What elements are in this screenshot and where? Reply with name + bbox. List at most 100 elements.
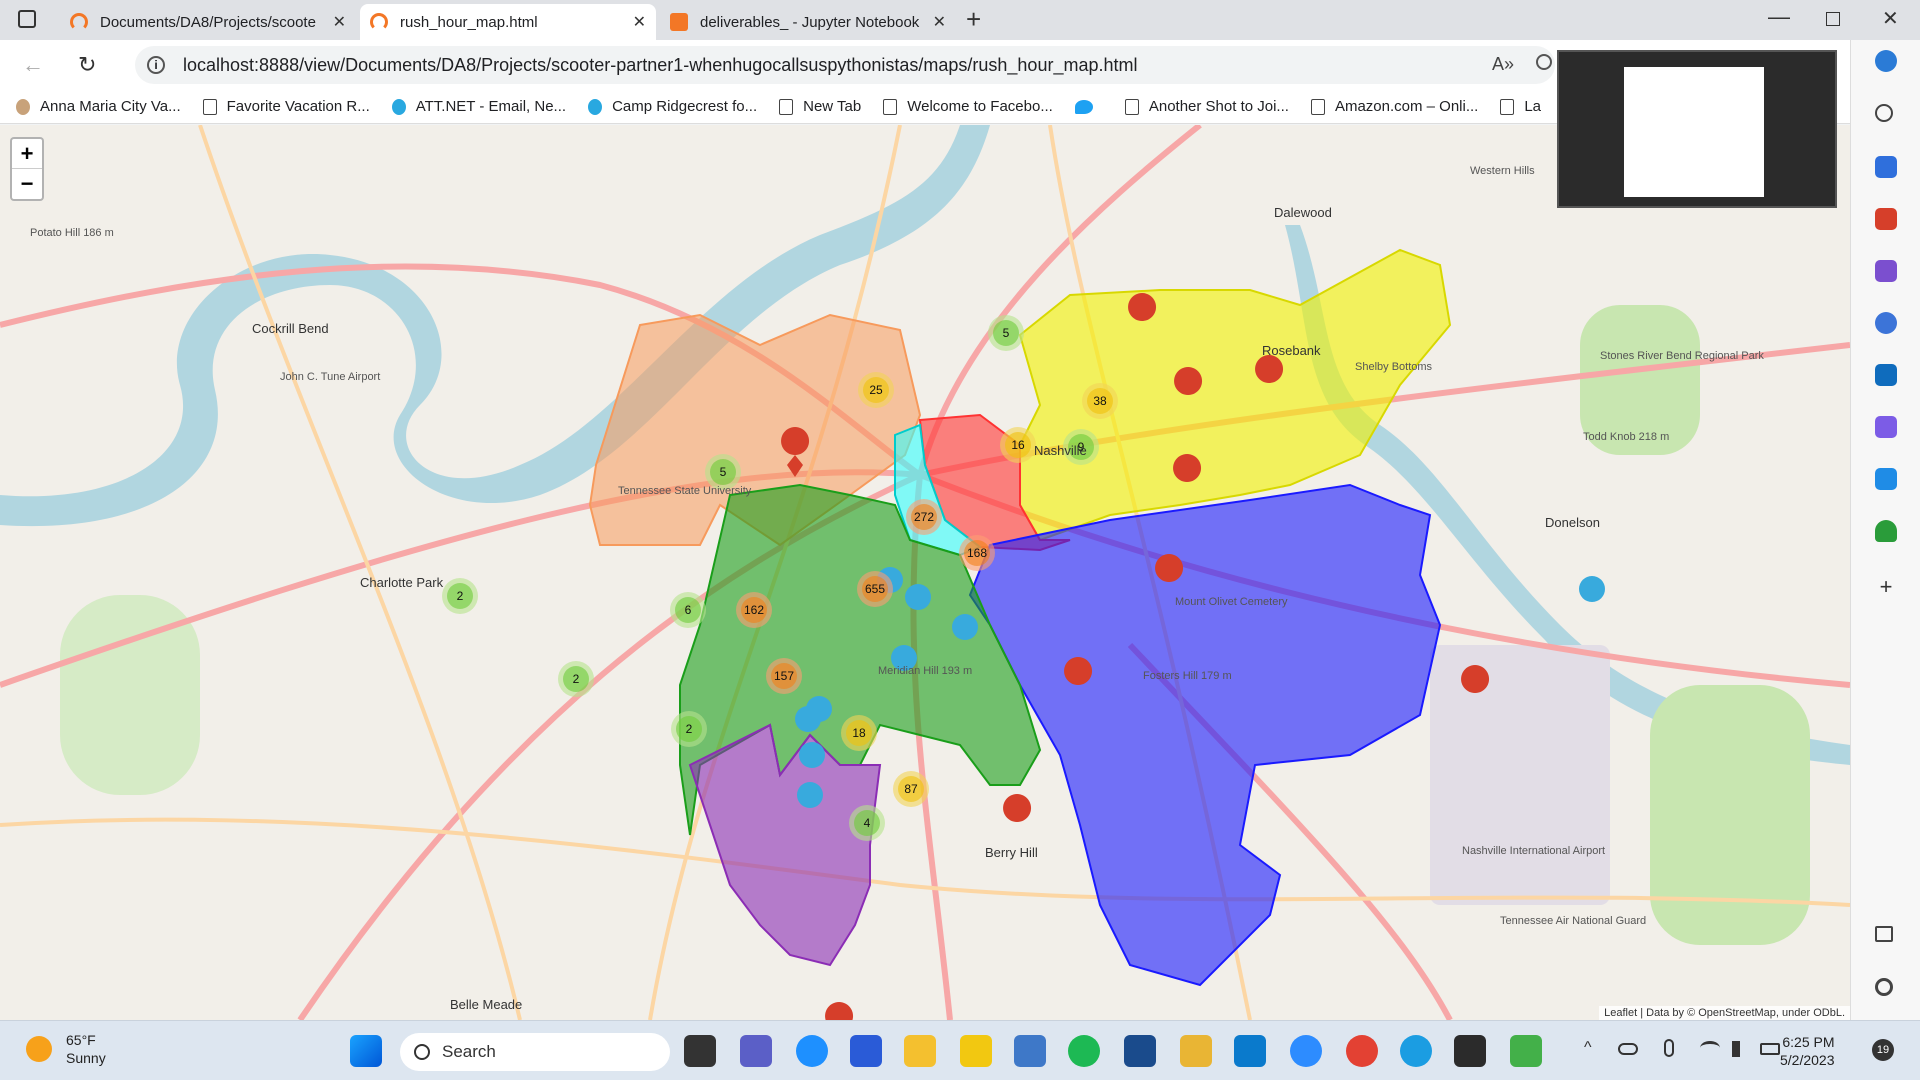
anaconda-icon[interactable]	[1510, 1035, 1542, 1067]
read-aloud-icon[interactable]: A»	[1492, 54, 1514, 75]
bookmark-item[interactable]	[1074, 99, 1103, 114]
send-icon[interactable]	[1875, 468, 1897, 490]
vscode-icon[interactable]	[1234, 1035, 1266, 1067]
marker-cluster[interactable]: 38	[1082, 383, 1118, 419]
jupyter-app-icon[interactable]	[1124, 1035, 1156, 1067]
zoom-in-button[interactable]: +	[12, 139, 42, 169]
map-attribution: Leaflet | Data by © OpenStreetMap, under…	[1599, 1006, 1850, 1020]
cluster-count: 2	[676, 716, 702, 742]
volume-icon[interactable]	[1732, 1041, 1748, 1057]
place-label: Shelby Bottoms	[1355, 361, 1433, 373]
powerbi-icon[interactable]	[960, 1035, 992, 1067]
marker-cluster[interactable]: 2	[442, 578, 478, 614]
marker-cluster[interactable]: 162	[736, 592, 772, 628]
info-icon[interactable]: i	[147, 56, 165, 74]
place-label: Western Hills	[1470, 165, 1535, 177]
close-window-button[interactable]: ✕	[1882, 6, 1899, 31]
bookmark-item[interactable]: Anna Maria City Va...	[16, 98, 181, 115]
bookmark-item[interactable]: La	[1500, 98, 1541, 115]
cluster-count: 87	[898, 776, 924, 802]
spotify-icon[interactable]	[1068, 1035, 1100, 1067]
zoom-icon[interactable]	[1290, 1035, 1322, 1067]
marker-cluster[interactable]: 87	[893, 771, 929, 807]
back-icon[interactable]: ←	[22, 52, 44, 78]
bookmark-item[interactable]: Camp Ridgecrest fo...	[588, 98, 757, 115]
maximize-button[interactable]	[1826, 12, 1840, 26]
notification-badge[interactable]: 19	[1872, 1039, 1894, 1061]
marker-cluster[interactable]: 157	[766, 658, 802, 694]
bookmark-item[interactable]: Another Shot to Joi...	[1124, 98, 1289, 115]
leaflet-map[interactable]: 5 25 38 16 9 5 272 168 655 162 6 2 2 157…	[0, 125, 1850, 1020]
weather-widget[interactable]: 65°F Sunny	[26, 1031, 106, 1067]
bookmark-item[interactable]: ATT.NET - Email, Ne...	[391, 98, 566, 115]
close-icon[interactable]: ✕	[633, 12, 646, 32]
taskbar-search[interactable]: Search	[400, 1033, 670, 1071]
marker-cluster[interactable]: 5	[988, 315, 1024, 351]
url-field[interactable]: i localhost:8888/view/Documents/DA8/Proj…	[135, 46, 1555, 84]
m365-icon[interactable]	[1875, 312, 1897, 334]
tab-actions-icon[interactable]	[18, 10, 36, 28]
gear-icon[interactable]	[1875, 978, 1893, 996]
task-view-icon[interactable]	[684, 1035, 716, 1067]
bookmark-label: Another Shot to Joi...	[1148, 98, 1289, 115]
bookmark-item[interactable]: Amazon.com – Onli...	[1310, 98, 1478, 115]
zoom-icon[interactable]	[1536, 54, 1552, 70]
outlook-icon[interactable]	[1875, 364, 1897, 386]
thumbnail-page	[1624, 67, 1764, 197]
marker-cluster[interactable]: 2	[671, 711, 707, 747]
briefcase-icon[interactable]	[1875, 208, 1897, 230]
windows-start-icon[interactable]	[350, 1035, 382, 1067]
close-icon[interactable]: ✕	[933, 12, 946, 32]
marker-cluster[interactable]: 655	[857, 571, 893, 607]
tab-rush-hour-map[interactable]: rush_hour_map.html ✕	[360, 4, 656, 40]
tag-icon[interactable]	[1875, 156, 1897, 178]
battery-icon[interactable]	[1760, 1043, 1780, 1055]
marker-cluster[interactable]: 6	[670, 592, 706, 628]
designer-icon[interactable]	[1875, 416, 1897, 438]
terminal-icon[interactable]	[1454, 1035, 1486, 1067]
notebook-icon	[670, 13, 688, 31]
help-icon[interactable]	[796, 1035, 828, 1067]
tree-icon[interactable]	[1875, 520, 1897, 542]
refresh-icon[interactable]: ↻	[78, 52, 96, 78]
chrome-icon[interactable]	[1346, 1035, 1378, 1067]
bookmark-label: New Tab	[803, 98, 862, 115]
zoom-out-button[interactable]: −	[12, 169, 42, 199]
browser-tab-bar: Documents/DA8/Projects/scoote ✕ rush_hou…	[0, 0, 1920, 40]
weather-temp: 65°F	[66, 1032, 96, 1048]
marker-cluster[interactable]: 16	[1000, 427, 1036, 463]
add-icon[interactable]: +	[1875, 576, 1897, 598]
new-tab-button[interactable]: +	[966, 4, 981, 35]
marker-cluster[interactable]: 18	[841, 715, 877, 751]
bookmark-item[interactable]: Welcome to Facebo...	[883, 98, 1053, 115]
edge-icon[interactable]	[1400, 1035, 1432, 1067]
microphone-icon[interactable]	[1664, 1039, 1674, 1057]
teams-icon[interactable]	[740, 1035, 772, 1067]
marker-cluster[interactable]: 2	[558, 661, 594, 697]
red-pin	[1128, 293, 1157, 321]
screenshot-thumbnail[interactable]	[1557, 50, 1837, 208]
tab-documents[interactable]: Documents/DA8/Projects/scoote ✕	[60, 4, 356, 40]
bookmark-item[interactable]: New Tab	[779, 98, 861, 115]
tab-deliverables[interactable]: deliverables_ - Jupyter Notebook ✕	[660, 4, 956, 40]
store-icon[interactable]	[850, 1035, 882, 1067]
show-hidden-icons[interactable]: ^	[1584, 1039, 1592, 1057]
cluster-count: 272	[911, 504, 937, 530]
network-app-icon[interactable]	[1014, 1035, 1046, 1067]
marker-cluster[interactable]: 168	[959, 535, 995, 571]
bing-icon[interactable]	[1875, 50, 1897, 72]
clock[interactable]: 6:25 PM 5/2/2023	[1780, 1033, 1835, 1069]
search-icon[interactable]	[1875, 104, 1893, 122]
wifi-icon[interactable]	[1700, 1041, 1720, 1055]
file-explorer-icon[interactable]	[904, 1035, 936, 1067]
marker-cluster[interactable]: 4	[849, 805, 885, 841]
panel-icon[interactable]	[1875, 926, 1893, 942]
onedrive-icon[interactable]	[1618, 1043, 1638, 1055]
marker-cluster[interactable]: 272	[906, 499, 942, 535]
minimize-button[interactable]: —	[1768, 4, 1790, 30]
python-icon[interactable]	[1180, 1035, 1212, 1067]
close-icon[interactable]: ✕	[333, 12, 346, 32]
marker-cluster[interactable]: 25	[858, 372, 894, 408]
games-icon[interactable]	[1875, 260, 1897, 282]
bookmark-item[interactable]: Favorite Vacation R...	[202, 98, 370, 115]
